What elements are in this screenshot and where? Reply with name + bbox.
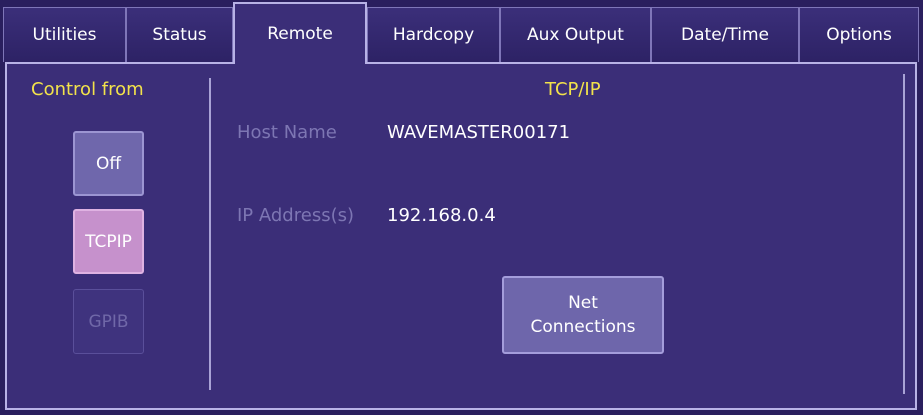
tab-label: Hardcopy <box>392 25 475 45</box>
ip-address-value: 192.168.0.4 <box>387 205 496 226</box>
host-name-label: Host Name <box>237 122 337 143</box>
section-divider <box>209 78 211 390</box>
control-from-title: Control from <box>31 79 144 100</box>
control-gpib-label: GPIB <box>88 311 129 332</box>
tab-label: Utilities <box>32 25 97 45</box>
control-tcpip-label: TCPIP <box>85 231 132 252</box>
host-name-value: WAVEMASTER00171 <box>387 122 571 143</box>
tab-label: Options <box>826 25 892 45</box>
control-tcpip-button[interactable]: TCPIP <box>73 209 144 274</box>
tab-label: Date/Time <box>681 25 769 45</box>
net-connections-label-line2: Connections <box>530 317 636 337</box>
remote-panel: Control from Off TCPIP GPIB TCP/IP Host … <box>5 62 917 410</box>
tab-utilities[interactable]: Utilities <box>3 7 126 62</box>
tab-options[interactable]: Options <box>799 7 919 62</box>
tab-label: Aux Output <box>527 25 624 45</box>
tab-status[interactable]: Status <box>126 7 233 62</box>
tab-label: Remote <box>267 24 333 44</box>
control-off-button[interactable]: Off <box>73 131 144 196</box>
tab-aux-output[interactable]: Aux Output <box>500 7 651 62</box>
ip-address-label: IP Address(s) <box>237 205 354 226</box>
tab-hardcopy[interactable]: Hardcopy <box>367 7 500 62</box>
net-connections-label-line1: Net <box>568 293 598 313</box>
control-off-label: Off <box>95 153 122 174</box>
panel-right-divider <box>903 74 905 394</box>
tab-date-time[interactable]: Date/Time <box>651 7 799 62</box>
tab-remote[interactable]: Remote <box>233 2 367 64</box>
tab-label: Status <box>152 25 207 45</box>
control-gpib-button: GPIB <box>73 289 144 354</box>
net-connections-button[interactable]: Net Connections <box>502 276 664 354</box>
tab-bar: Utilities Status Remote Hardcopy Aux Out… <box>0 0 923 64</box>
tcpip-title: TCP/IP <box>545 79 601 100</box>
